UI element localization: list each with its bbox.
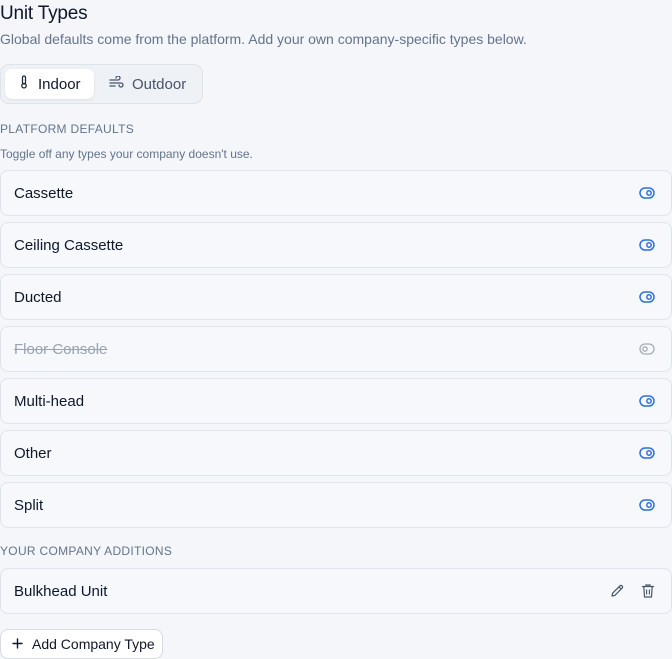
list-item-label: Ducted [14,288,62,306]
toggle-on-icon[interactable] [639,395,655,407]
add-company-type-label: Add Company Type [32,636,155,652]
company-additions-heading: YOUR COMPANY ADDITIONS [0,544,173,558]
toggle-on-icon[interactable] [639,499,655,511]
list-item-label: Cassette [14,184,74,202]
thermometer-icon [18,75,30,93]
plus-icon [12,636,23,652]
list-item-label: Floor Console [14,340,108,358]
toggle-off-icon[interactable] [639,343,655,355]
list-item-split: Split [0,482,672,528]
list-item-label: Split [14,496,44,514]
platform-defaults-hint: Toggle off any types your company doesn'… [0,147,253,161]
list-item-label: Ceiling Cassette [14,236,124,254]
list-item-cassette: Cassette [0,170,672,216]
page-title: Unit Types [0,3,88,24]
tab-indoor-label: Indoor [38,75,81,93]
list-item-bulkhead-unit: Bulkhead Unit [0,568,672,614]
list-item-other: Other [0,430,672,476]
list-item-ducted: Ducted [0,274,672,320]
list-item-ceiling-cassette: Ceiling Cassette [0,222,672,268]
toggle-on-icon[interactable] [639,291,655,303]
trash-icon[interactable] [641,583,655,599]
pencil-icon[interactable] [609,583,625,599]
page-subtitle: Global defaults come from the platform. … [0,31,527,47]
toggle-on-icon[interactable] [639,447,655,459]
list-item-multi-head: Multi-head [0,378,672,424]
indoor-outdoor-tabs: Indoor Outdoor [0,64,203,104]
toggle-on-icon[interactable] [639,187,655,199]
tab-outdoor-label: Outdoor [132,75,187,93]
add-company-type-button[interactable]: Add Company Type [0,629,163,659]
list-item-label: Bulkhead Unit [14,582,108,600]
list-item-label: Other [14,444,52,462]
tab-indoor[interactable]: Indoor [5,69,94,99]
list-item-label: Multi-head [14,392,85,410]
tab-outdoor[interactable]: Outdoor [99,69,196,99]
wind-icon [109,74,124,93]
list-item-floor-console: Floor Console [0,326,672,372]
platform-defaults-heading: PLATFORM DEFAULTS [0,122,135,136]
toggle-on-icon[interactable] [639,239,655,251]
